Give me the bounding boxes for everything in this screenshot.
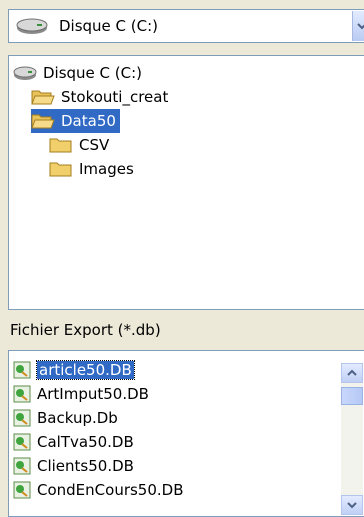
chevron-down-icon bbox=[357, 23, 364, 30]
folder-icon bbox=[49, 160, 73, 178]
dropdown-button[interactable] bbox=[352, 11, 364, 41]
tree-item-stokouti[interactable]: Stokouti_creat bbox=[31, 85, 168, 109]
database-file-icon bbox=[13, 361, 31, 379]
tree-item-csv[interactable]: CSV bbox=[49, 133, 109, 157]
open-folder-icon bbox=[31, 112, 55, 130]
open-folder-icon bbox=[31, 88, 55, 106]
hard-drive-icon bbox=[15, 15, 49, 37]
file-name: Backup.Db bbox=[37, 409, 118, 427]
tree-item-label: Images bbox=[79, 160, 134, 178]
tree-item-images[interactable]: Images bbox=[49, 157, 134, 181]
database-file-icon bbox=[13, 433, 31, 451]
list-item[interactable]: ArtImput50.DB bbox=[13, 383, 149, 405]
folder-tree[interactable]: Disque C (C:) Stokouti_creat Data50 CSV … bbox=[8, 55, 364, 310]
scroll-up-button[interactable] bbox=[341, 363, 363, 383]
list-item[interactable]: CalTva50.DB bbox=[13, 431, 134, 453]
scroll-thumb[interactable] bbox=[341, 387, 363, 405]
folder-icon bbox=[49, 136, 73, 154]
chevron-down-icon bbox=[347, 502, 357, 509]
file-name: CondEnCours50.DB bbox=[37, 481, 184, 499]
list-item[interactable]: Backup.Db bbox=[13, 407, 118, 429]
vertical-scrollbar[interactable] bbox=[341, 363, 363, 515]
drive-selector-value: Disque C (C:) bbox=[59, 17, 159, 35]
tree-item-data50[interactable]: Data50 bbox=[31, 109, 120, 133]
file-name: article50.DB bbox=[36, 360, 135, 380]
tree-item-label: Disque C (C:) bbox=[43, 64, 143, 82]
list-item[interactable]: Clients50.DB bbox=[13, 455, 134, 477]
database-file-icon bbox=[13, 481, 31, 499]
tree-item-label: Stokouti_creat bbox=[61, 88, 169, 106]
tree-item-label: Data50 bbox=[61, 112, 116, 130]
scroll-down-button[interactable] bbox=[341, 495, 363, 515]
chevron-up-icon bbox=[347, 369, 357, 376]
tree-item-drive[interactable]: Disque C (C:) bbox=[13, 61, 142, 85]
file-name: CalTva50.DB bbox=[37, 433, 134, 451]
database-file-icon bbox=[13, 385, 31, 403]
list-item[interactable]: CondEnCours50.DB bbox=[13, 479, 184, 501]
file-name: Clients50.DB bbox=[37, 457, 134, 475]
list-item[interactable]: article50.DB bbox=[13, 359, 135, 381]
database-file-icon bbox=[13, 457, 31, 475]
file-type-label: Fichier Export (*.db) bbox=[10, 321, 161, 339]
drive-selector[interactable]: Disque C (C:) bbox=[8, 9, 364, 43]
hard-drive-icon bbox=[13, 64, 37, 82]
tree-item-label: CSV bbox=[79, 136, 110, 154]
database-file-icon bbox=[13, 409, 31, 427]
file-list[interactable]: article50.DB ArtImput50.DB Backup.Db Cal… bbox=[8, 350, 364, 517]
file-name: ArtImput50.DB bbox=[37, 385, 149, 403]
